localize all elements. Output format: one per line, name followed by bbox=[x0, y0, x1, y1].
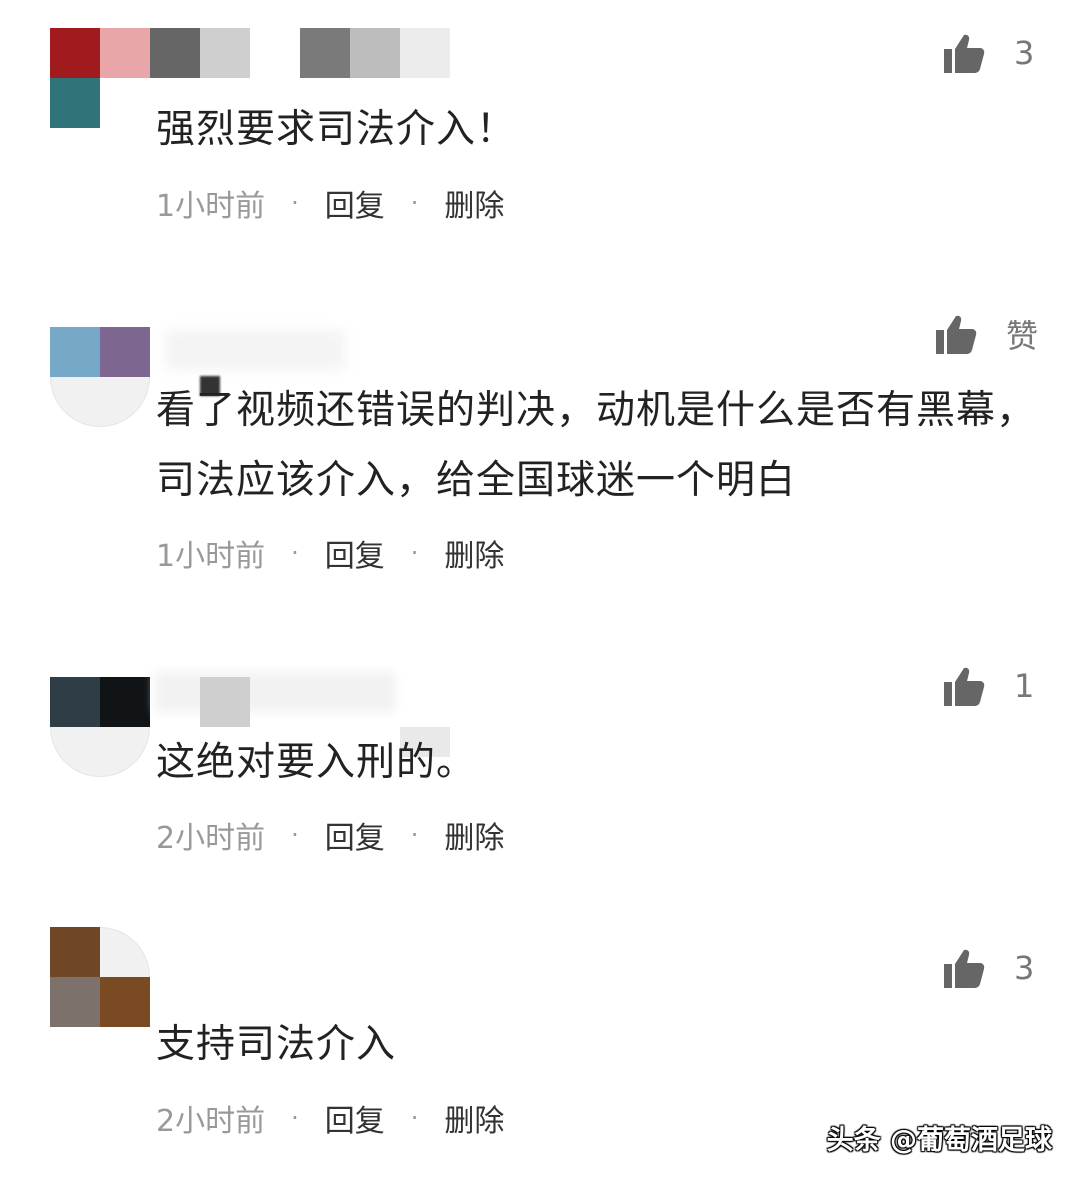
delete-button[interactable]: 删除 bbox=[444, 813, 504, 857]
separator-dot: · bbox=[410, 1104, 419, 1132]
separator-dot: · bbox=[291, 189, 299, 217]
username-obscured[interactable] bbox=[165, 330, 345, 370]
separator-dot: · bbox=[291, 1104, 299, 1132]
username-pixel bbox=[400, 28, 450, 78]
reply-button[interactable]: 回复 bbox=[325, 531, 385, 575]
comment-time: 2小时前 bbox=[156, 1104, 266, 1139]
watermark: 头条 @葡萄酒足球 bbox=[826, 1125, 1052, 1156]
avatar-pixel bbox=[100, 977, 150, 1027]
delete-button[interactable]: 删除 bbox=[444, 531, 504, 575]
like-count: 3 bbox=[1014, 949, 1035, 987]
comment-text: 看了视频还错误的判决，动机是什么是否有黑幕，司法应该介入，给全国球迷一个明白 bbox=[156, 388, 1037, 503]
avatar-pixel bbox=[50, 977, 100, 1027]
username-pixel bbox=[100, 28, 150, 78]
like-button[interactable]: 3 bbox=[942, 946, 1038, 990]
avatar[interactable] bbox=[50, 677, 150, 777]
separator-dot: · bbox=[291, 821, 299, 849]
avatar-pixel bbox=[50, 327, 100, 377]
separator-dot: · bbox=[410, 189, 419, 217]
avatar-pixel bbox=[50, 927, 100, 977]
like-button[interactable]: 赞 bbox=[934, 312, 1038, 356]
thumbs-up-icon bbox=[942, 665, 986, 707]
thumbs-up-icon bbox=[942, 32, 986, 74]
thumbs-up-icon bbox=[934, 313, 978, 355]
comment-time: 2小时前 bbox=[156, 821, 266, 856]
comment-text: 支持司法介入 bbox=[156, 1022, 397, 1067]
username-pixel bbox=[350, 28, 400, 78]
reply-button[interactable]: 回复 bbox=[325, 181, 385, 225]
username-obscured[interactable] bbox=[155, 672, 395, 712]
username-pixel bbox=[150, 28, 200, 78]
avatar-pixel bbox=[100, 327, 150, 377]
separator-dot: · bbox=[410, 539, 419, 567]
comment-meta: 1小时前 · 回复 · 删除 bbox=[156, 181, 504, 225]
comment-meta: 2小时前 · 回复 · 删除 bbox=[156, 813, 504, 857]
comment-text: 这绝对要入刑的。 bbox=[156, 740, 477, 785]
avatar[interactable] bbox=[50, 927, 150, 1027]
comment-time: 1小时前 bbox=[156, 539, 266, 574]
delete-button[interactable]: 删除 bbox=[444, 1096, 504, 1140]
like-count: 1 bbox=[1014, 667, 1035, 705]
comment-time: 1小时前 bbox=[156, 189, 266, 224]
avatar-pixel bbox=[50, 78, 100, 128]
comment-meta: 1小时前 · 回复 · 删除 bbox=[156, 531, 504, 575]
delete-button[interactable]: 删除 bbox=[444, 181, 504, 225]
username-pixel bbox=[200, 28, 250, 78]
avatar-pixel bbox=[100, 677, 150, 727]
avatar-pixel bbox=[50, 677, 100, 727]
username-pixel bbox=[200, 677, 250, 727]
like-count: 赞 bbox=[1005, 317, 1038, 355]
reply-button[interactable]: 回复 bbox=[325, 1096, 385, 1140]
like-count: 3 bbox=[1014, 34, 1035, 72]
like-button[interactable]: 1 bbox=[942, 664, 1038, 708]
separator-dot: · bbox=[410, 821, 419, 849]
separator-dot: · bbox=[291, 539, 299, 567]
comment-meta: 2小时前 · 回复 · 删除 bbox=[156, 1096, 504, 1140]
avatar-pixel bbox=[50, 28, 100, 78]
reply-button[interactable]: 回复 bbox=[325, 813, 385, 857]
like-button[interactable]: 3 bbox=[942, 31, 1038, 75]
thumbs-up-icon bbox=[942, 947, 986, 989]
avatar[interactable] bbox=[50, 327, 150, 427]
comment-text: 强烈要求司法介入！ bbox=[156, 107, 517, 152]
username-pixel bbox=[300, 28, 350, 78]
